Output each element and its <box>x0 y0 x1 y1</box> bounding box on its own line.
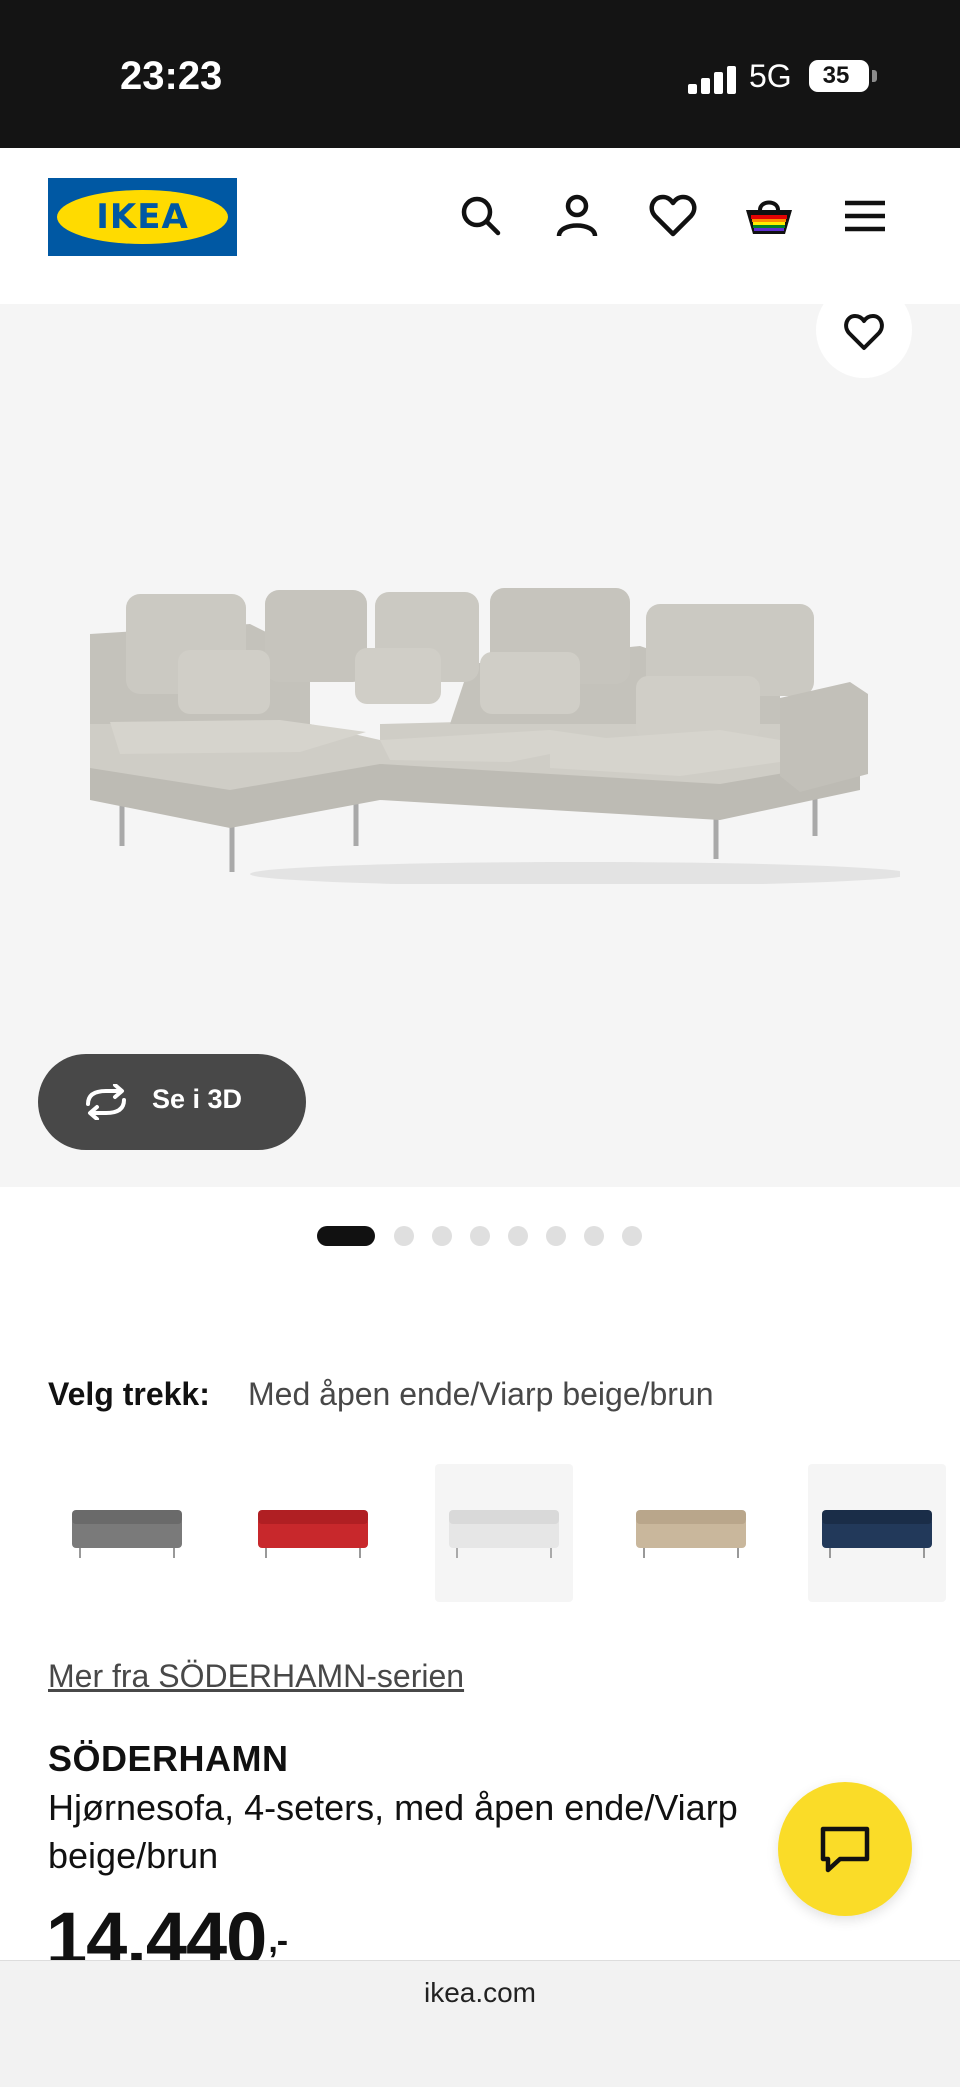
search-icon[interactable] <box>453 188 509 244</box>
status-time: 23:23 <box>120 54 223 98</box>
pagination-dot[interactable] <box>508 1226 528 1246</box>
view-in-3d-button[interactable]: Se i 3D <box>38 1054 306 1150</box>
cover-swatch-grey[interactable] <box>58 1464 196 1602</box>
image-pagination <box>0 1226 960 1246</box>
cart-icon[interactable] <box>741 188 797 244</box>
chat-icon <box>820 1826 870 1873</box>
signal-icon <box>688 64 736 94</box>
favourites-icon[interactable] <box>645 188 701 244</box>
site-header: IKEA <box>0 148 960 304</box>
logo-oval: IKEA <box>57 190 228 244</box>
product-name: SÖDERHAMN <box>48 1738 289 1779</box>
view-in-3d-label: Se i 3D <box>152 1084 243 1114</box>
pagination-dot[interactable] <box>584 1226 604 1246</box>
cover-swatch-blue[interactable] <box>808 1464 946 1602</box>
status-bar: 23:23 5G 35 <box>0 0 960 148</box>
ikea-logo[interactable]: IKEA <box>48 178 237 256</box>
menu-icon[interactable] <box>837 188 893 244</box>
pagination-dot[interactable] <box>432 1226 452 1246</box>
logo-text: IKEA <box>96 197 189 237</box>
network-label: 5G <box>749 58 792 94</box>
series-link[interactable]: Mer fra SÖDERHAMN-serien <box>48 1658 464 1695</box>
heart-icon <box>844 314 884 350</box>
cover-swatch-white[interactable] <box>435 1464 573 1602</box>
battery-icon: 35 <box>809 60 869 92</box>
rotate-3d-icon <box>86 1084 126 1120</box>
browser-address-bar[interactable]: ikea.com <box>0 1960 960 2087</box>
pagination-dot[interactable] <box>546 1226 566 1246</box>
url-label: ikea.com <box>423 1977 537 2008</box>
pagination-dot[interactable] <box>317 1226 375 1246</box>
chat-button[interactable] <box>778 1782 912 1916</box>
cover-label: Velg trekk: <box>48 1376 210 1412</box>
pagination-dot[interactable] <box>470 1226 490 1246</box>
account-icon[interactable] <box>549 188 605 244</box>
cover-swatch-beige[interactable] <box>622 1464 760 1602</box>
pagination-dot[interactable] <box>622 1226 642 1246</box>
price-suffix: ,- <box>268 1922 288 1960</box>
product-gallery[interactable]: Se i 3D <box>0 304 960 1187</box>
pagination-dot[interactable] <box>394 1226 414 1246</box>
product-description: Hjørnesofa, 4-seters, med åpen ende/Viar… <box>48 1787 738 1876</box>
cover-value: Med åpen ende/Viarp beige/brun <box>248 1376 714 1412</box>
add-to-favourites-button[interactable] <box>816 304 912 378</box>
cover-swatch-red[interactable] <box>244 1464 382 1602</box>
battery-tip <box>872 70 877 82</box>
battery-level: 35 <box>822 62 850 89</box>
product-image <box>90 588 900 884</box>
